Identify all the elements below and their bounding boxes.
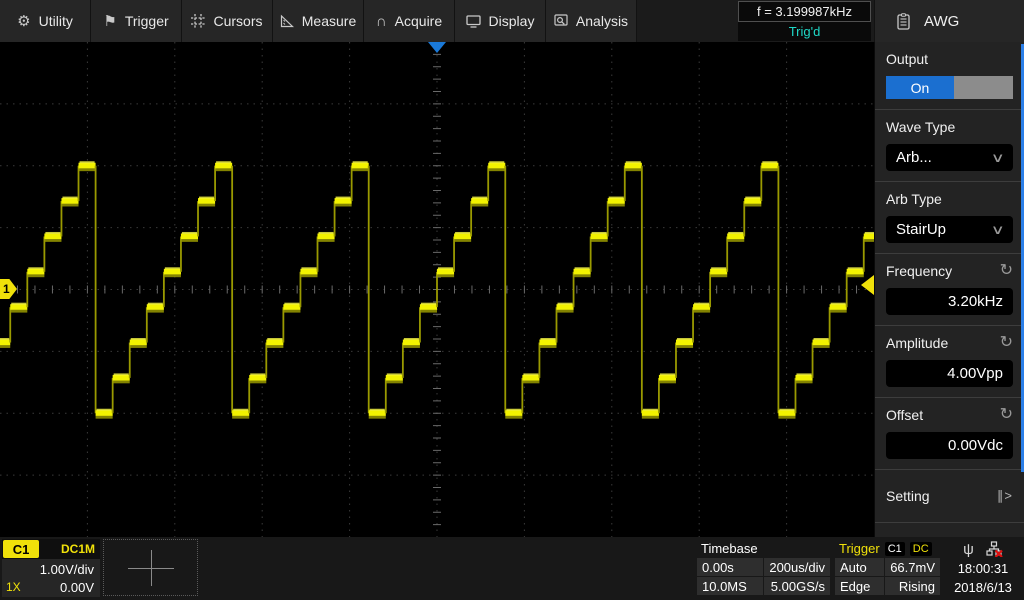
rotary-knob-icon: ↻ xyxy=(1000,335,1013,351)
awg-panel-header[interactable]: AWG xyxy=(874,0,1024,42)
awg-output-toggle[interactable]: On xyxy=(886,76,1013,99)
channel1-offset: 0.00V xyxy=(60,580,94,595)
awg-amplitude-label: Amplitude xyxy=(886,335,948,351)
timebase-title: Timebase xyxy=(701,541,758,556)
oscilloscope-screen: ⚙ Utility ⚑ Trigger Cursors xyxy=(0,0,1024,600)
menu-measure-label: Measure xyxy=(302,13,356,29)
awg-offset-value: 0.00Vdc xyxy=(948,437,1003,454)
awg-offset-label: Offset xyxy=(886,407,923,423)
menu-trigger-label: Trigger xyxy=(125,13,169,29)
trigger-status-badge: Trig'd xyxy=(738,22,871,41)
channel1-coupling: DC1M xyxy=(61,542,100,556)
awg-amplitude-field[interactable]: 4.00Vpp xyxy=(886,360,1013,387)
menu-cursors-label: Cursors xyxy=(213,13,262,29)
clock-date: 2018/6/13 xyxy=(944,578,1022,597)
top-menu-bar: ⚙ Utility ⚑ Trigger Cursors xyxy=(0,0,1024,42)
awg-output-off[interactable] xyxy=(954,76,1013,99)
awg-frequency-label: Frequency xyxy=(886,263,952,279)
trigger-level: 66.7mV xyxy=(885,558,940,576)
awg-clipboard-icon xyxy=(897,13,910,30)
menu-display[interactable]: Display xyxy=(455,0,546,42)
datetime-box: ψ 18:00:31 2018/6/13 xyxy=(944,539,1022,597)
awg-offset-section: Offset ↻ 0.00Vdc xyxy=(875,398,1024,470)
awg-wave-type-value: Arb... xyxy=(896,149,932,166)
awg-amplitude-value: 4.00Vpp xyxy=(947,365,1003,382)
rotary-knob-icon: ↻ xyxy=(1000,407,1013,423)
awg-setting-row[interactable]: Setting ∥> xyxy=(875,470,1024,523)
awg-side-panel: Output On Wave Type Arb... ∨ Arb Type St… xyxy=(874,42,1024,537)
awg-wave-type-section: Wave Type Arb... ∨ xyxy=(875,110,1024,182)
awg-wave-type-label: Wave Type xyxy=(886,119,955,135)
awg-arb-type-label: Arb Type xyxy=(886,191,942,207)
acquire-icon: ∩ xyxy=(376,14,387,29)
awg-frequency-value: 3.20kHz xyxy=(948,293,1003,310)
trigger-coupling-badge: DC xyxy=(910,542,932,556)
awg-output-on[interactable]: On xyxy=(886,76,954,99)
channel1-status-box[interactable]: C1 DC1M 1.00V/div 1X 0.00V xyxy=(2,539,100,597)
gear-icon: ⚙ xyxy=(17,14,30,29)
awg-arb-type-value: StairUp xyxy=(896,221,946,238)
lan-disconnected-icon xyxy=(986,541,1003,557)
trigger-mode: Auto xyxy=(835,558,884,576)
timebase-sample-rate: 5.00GS/s xyxy=(764,577,830,595)
menu-acquire[interactable]: ∩ Acquire xyxy=(364,0,455,42)
cursors-icon xyxy=(191,14,205,28)
display-icon xyxy=(466,15,481,28)
chevron-down-icon: ∨ xyxy=(991,222,1005,238)
menu-utility-label: Utility xyxy=(39,13,73,29)
menu-acquire-label: Acquire xyxy=(395,13,442,29)
flag-icon: ⚑ xyxy=(103,14,116,29)
awg-amplitude-section: Amplitude ↻ 4.00Vpp xyxy=(875,326,1024,398)
channel1-scale: 1.00V/div xyxy=(2,559,100,577)
trigger-box[interactable]: Trigger C1 DC Auto 66.7mV Edge Rising xyxy=(834,539,941,597)
rotary-knob-icon: ↻ xyxy=(1000,263,1013,279)
expand-more-icon: ∥> xyxy=(997,488,1013,504)
waveform-display-area: 1 xyxy=(0,42,874,537)
chevron-down-icon: ∨ xyxy=(991,150,1005,166)
trigger-title: Trigger xyxy=(839,541,880,556)
menu-analysis-label: Analysis xyxy=(576,13,628,29)
status-bar: C1 DC1M 1.00V/div 1X 0.00V Timebase 0.00… xyxy=(0,537,1024,600)
menu-utility[interactable]: ⚙ Utility xyxy=(0,0,91,42)
frequency-counter: f = 3.199987kHz Trig'd xyxy=(738,1,871,41)
timebase-scale: 200us/div xyxy=(764,558,830,576)
menu-measure[interactable]: Measure xyxy=(273,0,364,42)
clock-time: 18:00:31 xyxy=(944,559,1022,578)
awg-offset-field[interactable]: 0.00Vdc xyxy=(886,432,1013,459)
measure-icon xyxy=(280,14,294,28)
trigger-level-marker-icon[interactable] xyxy=(861,275,874,295)
awg-panel-title: AWG xyxy=(924,13,959,30)
frequency-counter-reading: f = 3.199987kHz xyxy=(738,1,871,22)
trigger-type: Edge xyxy=(835,577,884,595)
main-menu: ⚙ Utility ⚑ Trigger Cursors xyxy=(0,0,637,42)
channel1-probe: 1X xyxy=(6,580,21,595)
menu-cursors[interactable]: Cursors xyxy=(182,0,273,42)
menu-display-label: Display xyxy=(489,13,535,29)
awg-frequency-field[interactable]: 3.20kHz xyxy=(886,288,1013,315)
awg-arb-type-dropdown[interactable]: StairUp ∨ xyxy=(886,216,1013,243)
trigger-slope: Rising xyxy=(885,577,940,595)
trigger-position-marker-icon[interactable] xyxy=(428,42,446,53)
awg-setting-label: Setting xyxy=(886,488,930,504)
menu-analysis[interactable]: Analysis xyxy=(546,0,637,42)
timebase-box[interactable]: Timebase 0.00s 200us/div 10.0MS 5.00GS/s xyxy=(696,539,831,597)
awg-wave-type-dropdown[interactable]: Arb... ∨ xyxy=(886,144,1013,171)
usb-icon: ψ xyxy=(963,541,974,558)
channel1-badge[interactable]: C1 xyxy=(3,540,39,558)
analysis-icon xyxy=(554,14,568,28)
awg-frequency-section: Frequency ↻ 3.20kHz xyxy=(875,254,1024,326)
empty-channel-slot[interactable] xyxy=(103,539,198,596)
awg-arb-type-section: Arb Type StairUp ∨ xyxy=(875,182,1024,254)
trigger-source-badge: C1 xyxy=(885,542,905,556)
stairup-waveform-plot xyxy=(0,42,874,537)
timebase-delay: 0.00s xyxy=(697,558,763,576)
timebase-memory: 10.0MS xyxy=(697,577,763,595)
awg-output-section: Output On xyxy=(875,42,1024,110)
awg-output-label: Output xyxy=(886,51,928,67)
menu-trigger[interactable]: ⚑ Trigger xyxy=(91,0,182,42)
